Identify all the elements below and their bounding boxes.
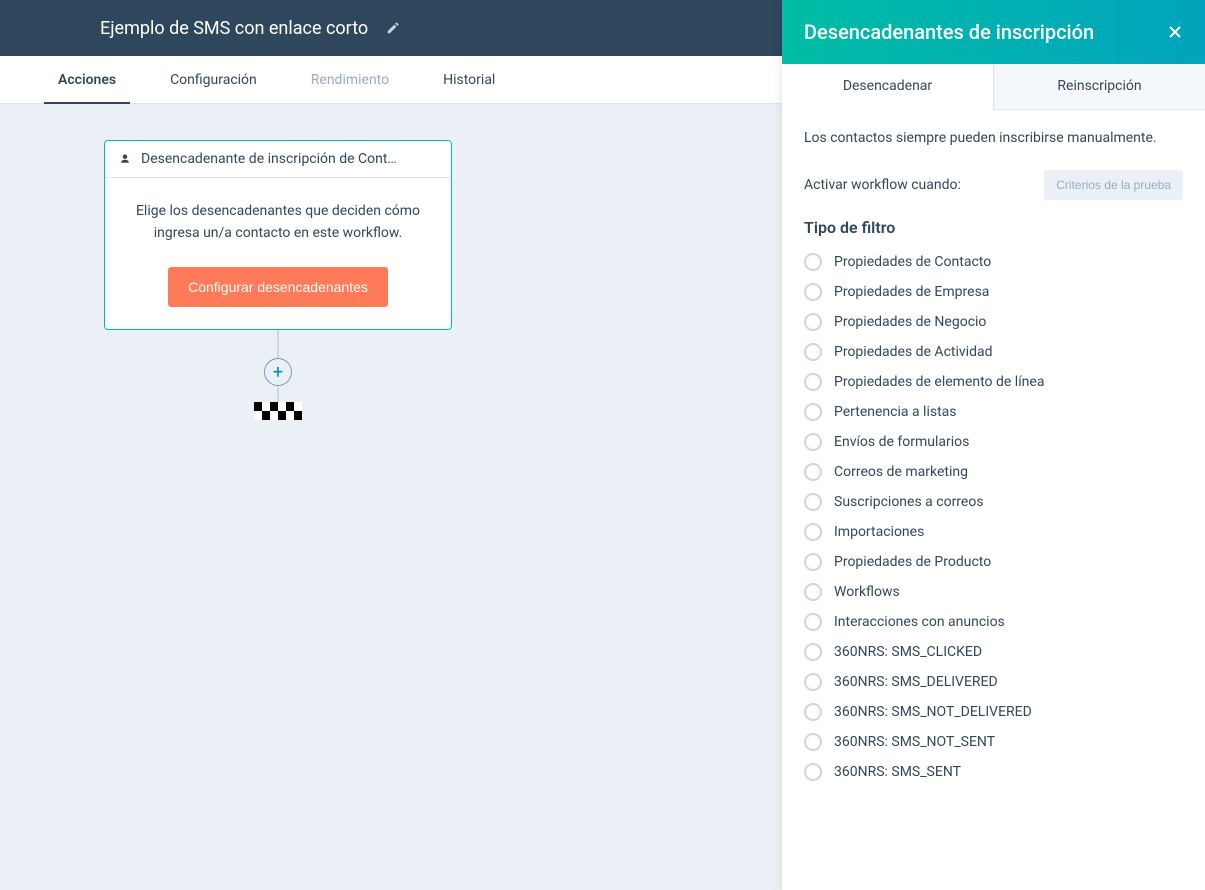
panel-tab-reenroll[interactable]: Reinscripción — [993, 64, 1205, 109]
filter-radio-item[interactable]: 360NRS: SMS_SENT — [804, 763, 1183, 781]
close-icon[interactable] — [1167, 24, 1183, 40]
filter-radio-item[interactable]: Correos de marketing — [804, 463, 1183, 481]
radio-icon — [804, 283, 822, 301]
add-step-button[interactable]: + — [264, 358, 292, 386]
filter-radio-label: Propiedades de Actividad — [834, 344, 992, 360]
filter-radio-label: Propiedades de Negocio — [834, 314, 986, 330]
filter-radio-label: Importaciones — [834, 524, 924, 540]
radio-icon — [804, 583, 822, 601]
filter-radio-item[interactable]: Interacciones con anuncios — [804, 613, 1183, 631]
tab-configuracion[interactable]: Configuración — [156, 56, 271, 104]
filter-radio-item[interactable]: Suscripciones a correos — [804, 493, 1183, 511]
trigger-card-text: Elige los desencadenantes que deciden có… — [131, 200, 425, 245]
filter-radio-item[interactable]: Propiedades de Contacto — [804, 253, 1183, 271]
filter-type-title: Tipo de filtro — [804, 218, 1183, 237]
filter-radio-label: Propiedades de Empresa — [834, 284, 989, 300]
filter-radio-label: Interacciones con anuncios — [834, 614, 1005, 630]
radio-icon — [804, 643, 822, 661]
filter-radio-item[interactable]: Propiedades de elemento de línea — [804, 373, 1183, 391]
filter-radio-item[interactable]: Propiedades de Empresa — [804, 283, 1183, 301]
radio-icon — [804, 763, 822, 781]
person-icon — [119, 153, 131, 165]
trigger-card-title: Desencadenante de inscripción de Cont… — [141, 151, 397, 167]
radio-icon — [804, 463, 822, 481]
nav-tabs: Acciones Configuración Rendimiento Histo… — [0, 56, 782, 104]
radio-icon — [804, 523, 822, 541]
panel-title: Desencadenantes de inscripción — [804, 20, 1094, 44]
radio-icon — [804, 343, 822, 361]
filter-radio-label: 360NRS: SMS_SENT — [834, 764, 961, 780]
activate-label: Activar workflow cuando: — [804, 177, 961, 193]
filter-radio-item[interactable]: Propiedades de Negocio — [804, 313, 1183, 331]
radio-icon — [804, 433, 822, 451]
panel-tabs: Desencadenar Reinscripción — [782, 64, 1205, 110]
top-bar: Ejemplo de SMS con enlace corto — [0, 0, 782, 56]
configure-triggers-button[interactable]: Configurar desencadenantes — [168, 267, 388, 307]
filter-radio-label: Propiedades de Producto — [834, 554, 991, 570]
radio-icon — [804, 313, 822, 331]
end-marker-icon — [254, 402, 302, 420]
radio-icon — [804, 253, 822, 271]
filter-radio-item[interactable]: Workflows — [804, 583, 1183, 601]
radio-icon — [804, 733, 822, 751]
filter-radio-label: 360NRS: SMS_NOT_DELIVERED — [834, 704, 1032, 720]
filter-radio-item[interactable]: 360NRS: SMS_CLICKED — [804, 643, 1183, 661]
radio-icon — [804, 553, 822, 571]
filter-radio-item[interactable]: Envíos de formularios — [804, 433, 1183, 451]
page-title: Ejemplo de SMS con enlace corto — [100, 18, 368, 39]
manual-enroll-info: Los contactos siempre pueden inscribirse… — [804, 130, 1183, 146]
activate-row: Activar workflow cuando: Criterios de la… — [804, 170, 1183, 200]
side-panel: Desencadenantes de inscripción Desencade… — [782, 0, 1205, 890]
filter-radio-label: 360NRS: SMS_DELIVERED — [834, 674, 998, 690]
tab-acciones[interactable]: Acciones — [44, 56, 130, 104]
trigger-card-body: Elige los desencadenantes que deciden có… — [105, 178, 451, 329]
filter-radio-label: Propiedades de Contacto — [834, 254, 991, 270]
test-criteria-button[interactable]: Criterios de la prueba — [1044, 170, 1183, 200]
filter-radio-item[interactable]: 360NRS: SMS_DELIVERED — [804, 673, 1183, 691]
filter-radio-label: Pertenencia a listas — [834, 404, 957, 420]
radio-icon — [804, 613, 822, 631]
filter-radio-item[interactable]: Propiedades de Producto — [804, 553, 1183, 571]
trigger-card[interactable]: Desencadenante de inscripción de Cont… E… — [104, 140, 452, 330]
radio-icon — [804, 703, 822, 721]
panel-tab-trigger[interactable]: Desencadenar — [782, 64, 993, 110]
filter-radio-label: Suscripciones a correos — [834, 494, 984, 510]
filter-radio-label: Propiedades de elemento de línea — [834, 374, 1044, 390]
filter-radio-item[interactable]: Pertenencia a listas — [804, 403, 1183, 421]
filter-radio-label: Envíos de formularios — [834, 434, 969, 450]
filter-radio-item[interactable]: 360NRS: SMS_NOT_DELIVERED — [804, 703, 1183, 721]
filter-radio-label: 360NRS: SMS_NOT_SENT — [834, 734, 995, 750]
pencil-icon[interactable] — [386, 21, 400, 35]
radio-icon — [804, 403, 822, 421]
filter-radio-label: Correos de marketing — [834, 464, 968, 480]
tab-rendimiento[interactable]: Rendimiento — [297, 56, 403, 104]
radio-icon — [804, 493, 822, 511]
trigger-card-header: Desencadenante de inscripción de Cont… — [105, 141, 451, 178]
radio-icon — [804, 373, 822, 391]
workflow-canvas: Desencadenante de inscripción de Cont… E… — [0, 104, 782, 890]
filter-radio-label: 360NRS: SMS_CLICKED — [834, 644, 982, 660]
panel-header: Desencadenantes de inscripción — [782, 0, 1205, 64]
panel-body: Los contactos siempre pueden inscribirse… — [782, 110, 1205, 890]
filter-radio-list: Propiedades de Contacto Propiedades de Em… — [804, 253, 1183, 781]
filter-radio-item[interactable]: Propiedades de Actividad — [804, 343, 1183, 361]
filter-radio-item[interactable]: 360NRS: SMS_NOT_SENT — [804, 733, 1183, 751]
filter-radio-label: Workflows — [834, 584, 900, 600]
filter-radio-item[interactable]: Importaciones — [804, 523, 1183, 541]
radio-icon — [804, 673, 822, 691]
connector-line-2 — [277, 384, 279, 404]
tab-historial[interactable]: Historial — [429, 56, 509, 104]
